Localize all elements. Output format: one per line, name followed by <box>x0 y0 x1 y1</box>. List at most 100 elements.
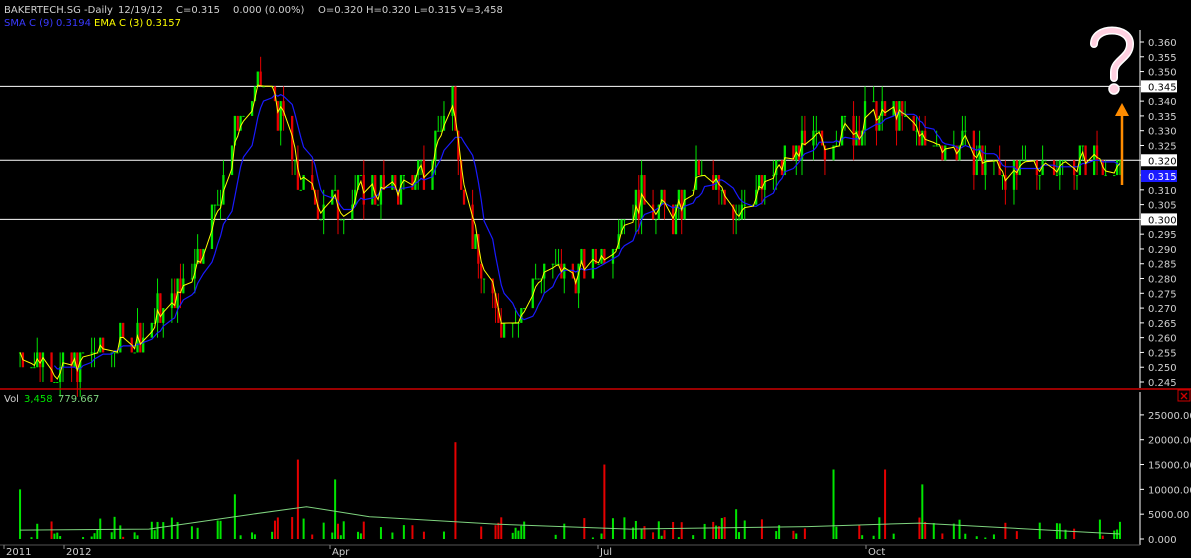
volume-bar <box>273 520 276 539</box>
price-bar <box>402 175 406 177</box>
price-bar <box>898 101 901 131</box>
volume-bar <box>30 537 33 539</box>
date-label: 12/19/12 <box>118 5 163 16</box>
price-bar <box>1118 160 1122 162</box>
volume-bar <box>239 535 242 539</box>
price-bar <box>1113 175 1116 177</box>
price-bar <box>1052 160 1056 176</box>
volume-bar <box>872 535 875 539</box>
sma-legend-value: 0.3194 <box>56 18 91 29</box>
volume-bar <box>924 521 927 539</box>
price-bar <box>852 115 855 146</box>
price-bar <box>279 101 282 131</box>
volume-bar <box>271 531 274 539</box>
low-label: L=0.315 <box>414 5 457 16</box>
price-bar <box>683 189 686 220</box>
volume-bar <box>583 518 586 539</box>
volume-bar <box>291 517 294 539</box>
volume-bar <box>119 525 122 539</box>
price-bar <box>333 189 337 191</box>
volume-bar <box>992 534 995 539</box>
price-bar <box>815 130 818 132</box>
volume-bar <box>216 520 219 539</box>
volume-bar <box>984 537 987 539</box>
volume-tick-label: 15000.00 <box>1148 461 1191 472</box>
price-tick-label: 0.305 <box>1148 201 1177 212</box>
volume-bar <box>339 535 342 539</box>
price-bar <box>554 263 557 265</box>
price-bar <box>634 189 638 220</box>
price-bar <box>872 101 875 103</box>
price-tick-label: 0.350 <box>1148 68 1177 79</box>
price-tick-label: 0.310 <box>1148 186 1177 197</box>
volume-bar <box>563 523 566 539</box>
volume-bar <box>82 537 85 539</box>
price-bar <box>591 248 595 279</box>
price-bar <box>863 101 867 131</box>
price-bar <box>1064 160 1067 162</box>
price-bar <box>236 115 239 131</box>
last-price-tag: 0.315 <box>1148 172 1177 183</box>
price-bar <box>81 352 85 354</box>
volume-bar <box>422 531 425 539</box>
price-bar <box>1055 175 1059 177</box>
volume-bar <box>1004 522 1007 539</box>
volume-bar <box>735 509 738 539</box>
volume-bar <box>122 536 125 539</box>
volume-bar <box>336 523 339 539</box>
volume-bar <box>523 521 526 539</box>
price-bar <box>843 115 847 117</box>
volume-bar <box>36 523 39 539</box>
price-bar <box>462 189 466 205</box>
volume-bar <box>775 531 778 539</box>
price-bar <box>30 367 33 369</box>
price-bar <box>53 382 56 383</box>
price-bar <box>734 219 738 221</box>
price-bar <box>883 101 887 116</box>
volume-bar <box>331 532 334 539</box>
price-bar <box>33 367 36 369</box>
price-bar <box>1012 160 1016 190</box>
volume-bar <box>958 519 961 539</box>
price-bar <box>534 278 537 280</box>
volume-label: V=3,458 <box>459 5 503 16</box>
price-bar <box>818 130 821 132</box>
volume-bar <box>703 523 706 539</box>
volume-bar <box>99 518 102 539</box>
open-label: O=0.320 <box>318 5 363 16</box>
volume-bar <box>219 520 222 539</box>
price-bar <box>216 204 219 206</box>
volume-bar <box>379 527 382 539</box>
close-volume-pane-button[interactable] <box>1177 389 1191 402</box>
price-tick-label: 0.260 <box>1148 334 1177 345</box>
price-bar <box>376 204 380 206</box>
price-bar <box>322 204 325 220</box>
price-bar <box>1104 175 1107 177</box>
price-bar <box>1044 160 1047 162</box>
price-bar <box>101 337 105 353</box>
volume-bar <box>964 533 967 539</box>
price-bar <box>654 219 658 221</box>
volume-bar <box>1038 522 1041 539</box>
volume-tick-label: 20000.00 <box>1148 436 1191 447</box>
volume-bar <box>858 524 861 539</box>
price-bar <box>1038 175 1041 177</box>
volume-bar <box>357 531 360 539</box>
price-bar <box>1075 175 1079 177</box>
volume-bar <box>156 521 159 539</box>
volume-bar <box>892 533 895 539</box>
volume-bar <box>918 517 921 539</box>
volume-bar <box>672 521 675 539</box>
price-bar <box>1081 145 1084 147</box>
volume-bar <box>133 532 136 539</box>
time-tick-label: 2011 <box>6 547 31 558</box>
price-tick-label: 0.250 <box>1148 363 1177 374</box>
stock-chart: BAKERTECH.SG -Daily 12/19/12 C=0.315 0.0… <box>0 0 1191 558</box>
change-label: 0.000 (0.00%) <box>233 5 304 16</box>
price-bar <box>56 382 59 383</box>
price-bar <box>935 145 938 147</box>
volume-bar <box>720 518 723 539</box>
sma-legend-label: SMA C (9) <box>4 18 53 29</box>
price-bar <box>319 219 322 221</box>
price-tick-label: 0.340 <box>1148 97 1177 108</box>
